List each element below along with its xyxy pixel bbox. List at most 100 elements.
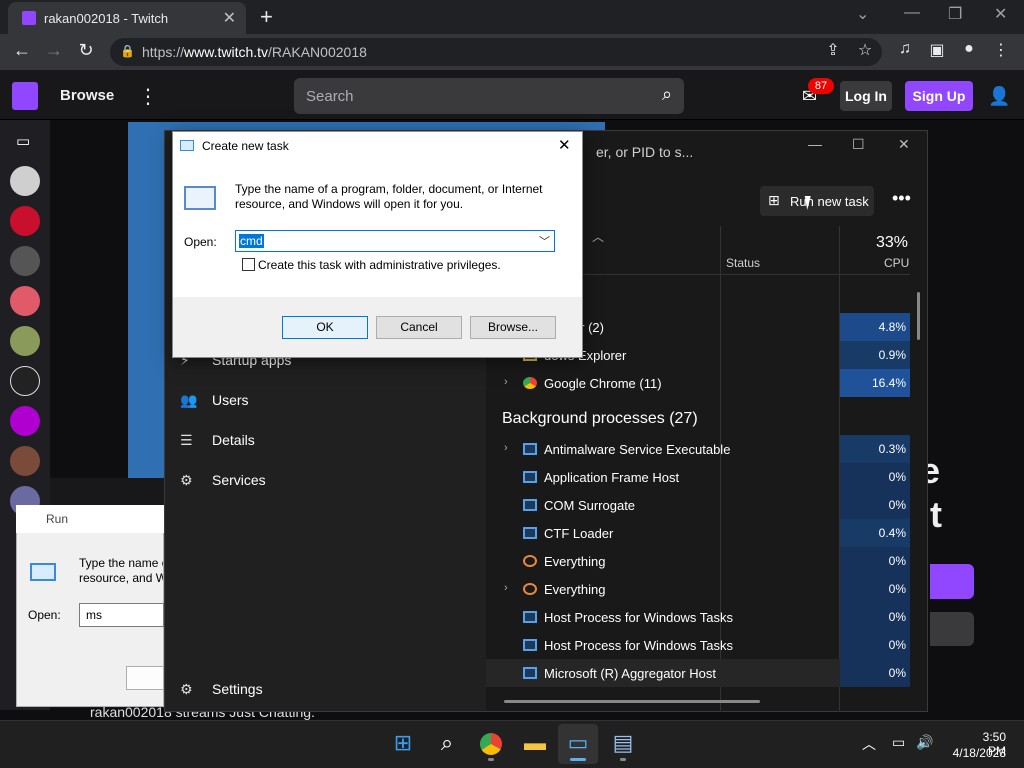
file-explorer-icon[interactable]: ▬ (520, 730, 550, 758)
nav-users[interactable]: 👥 Users (180, 392, 249, 409)
offline-heading-fragment: t (930, 494, 942, 535)
chrome-menu-icon[interactable]: ⋮ (990, 40, 1012, 60)
share-icon[interactable]: ⇪ (822, 40, 844, 60)
reload-icon[interactable]: ↻ (74, 40, 98, 61)
process-row[interactable]: Host Process for Windows Tasks 0% (486, 631, 910, 659)
tm-close-icon[interactable]: ✕ (898, 136, 910, 153)
channel-avatar[interactable] (10, 286, 40, 316)
process-row[interactable]: Application Frame Host 0% (486, 463, 910, 491)
more-options-icon[interactable]: ⋮ (138, 84, 158, 109)
run-new-task-button[interactable]: ⊞ Run new task (760, 186, 874, 216)
channel-avatar[interactable] (10, 366, 40, 396)
task-manager-search-input[interactable]: er, or PID to s... (596, 144, 693, 160)
running-indicator (488, 758, 494, 761)
chevron-down-icon[interactable]: ﹀ (539, 233, 550, 249)
browser-tab[interactable]: rakan002018 - Twitch ✕ (8, 2, 246, 34)
tab-search-icon[interactable]: ⌄ (856, 4, 869, 24)
browse-button[interactable]: Browse... (470, 316, 556, 339)
chrome-taskbar-icon[interactable] (476, 730, 506, 758)
channel-avatar[interactable] (10, 406, 40, 436)
process-row[interactable]: CTF Loader 0.4% (486, 519, 910, 547)
secondary-button[interactable] (930, 612, 974, 646)
process-row[interactable]: › Everything 0% (486, 575, 910, 603)
close-window-icon[interactable]: ✕ (994, 4, 1007, 24)
dialog-close-button[interactable]: ✕ (558, 136, 571, 154)
show-hidden-icons-icon[interactable]: ︿ (862, 734, 876, 754)
cpu-column-header[interactable]: CPU (884, 256, 909, 270)
vertical-scrollbar[interactable] (917, 292, 920, 340)
browse-link[interactable]: Browse (60, 87, 114, 104)
admin-privileges-checkbox[interactable] (242, 258, 255, 271)
open-label: Open: (184, 235, 217, 249)
process-icon (523, 443, 537, 455)
follow-button[interactable] (930, 564, 974, 599)
run-dialog-titlebar[interactable] (16, 505, 164, 533)
cpu-total-percent: 33% (876, 234, 909, 251)
channel-avatar[interactable] (10, 326, 40, 356)
open-input-value[interactable]: cmd (239, 234, 264, 248)
process-row[interactable]: Everything 0% (486, 547, 910, 575)
nav-settings[interactable]: ⚙ Settings (180, 681, 263, 698)
search-icon[interactable]: ⌕ (432, 730, 462, 758)
login-button[interactable]: Log In (840, 81, 892, 111)
signup-button[interactable]: Sign Up (905, 81, 973, 111)
channel-avatar[interactable] (10, 446, 40, 476)
sort-chevron-icon[interactable]: ︿ (592, 228, 604, 245)
back-icon[interactable]: ← (10, 40, 34, 61)
channel-avatar[interactable] (10, 206, 40, 236)
process-icon (523, 611, 537, 623)
settings-icon: ⚙ (180, 681, 193, 697)
clock-date[interactable]: 4/18/2023 (946, 746, 1006, 760)
profile-icon[interactable]: ● (958, 40, 980, 58)
expand-chevron-icon[interactable]: › (504, 582, 508, 594)
more-options-icon[interactable]: ••• (892, 188, 911, 209)
process-row[interactable]: Host Process for Windows Tasks 0% (486, 603, 910, 631)
status-column-header[interactable]: Status (726, 256, 760, 270)
process-row[interactable]: › Antimalware Service Executable 0.3% (486, 435, 910, 463)
run-taskbar-icon[interactable]: ▭ (563, 730, 593, 758)
video-camera-icon[interactable]: ▭ (16, 132, 30, 150)
process-row[interactable]: Microsoft (R) Aggregator Host 0% (486, 659, 910, 687)
twitch-logo-icon[interactable] (12, 82, 38, 110)
forward-icon[interactable]: → (42, 40, 66, 61)
nav-details[interactable]: ☰ Details (180, 432, 255, 449)
network-icon[interactable]: ▭ (892, 734, 905, 751)
run-open-input[interactable]: ms (79, 603, 164, 627)
start-icon[interactable]: ⊞ (388, 730, 418, 758)
tm-minimize-icon[interactable]: — (808, 136, 822, 152)
channel-avatar[interactable] (10, 246, 40, 276)
dialog-body (173, 160, 582, 297)
process-row[interactable]: COM Surrogate 0% (486, 491, 910, 519)
user-icon[interactable]: 👤 (988, 86, 1010, 107)
minimize-icon[interactable]: — (904, 4, 920, 22)
task-manager-icon (180, 140, 194, 151)
task-manager-taskbar-icon[interactable]: ▤ (608, 730, 638, 758)
side-panel-icon[interactable]: ▣ (926, 40, 948, 60)
search-icon[interactable]: ⌕ (650, 78, 684, 114)
nav-services[interactable]: ⚙ Services (180, 472, 266, 489)
everything-search-icon (523, 583, 537, 595)
twitch-search-input[interactable]: Search (294, 78, 650, 114)
media-control-icon[interactable]: ♫ (894, 40, 916, 58)
volume-icon[interactable]: 🔊 (916, 734, 933, 751)
expand-chevron-icon[interactable]: › (504, 442, 508, 454)
bookmark-star-icon[interactable]: ☆ (854, 40, 876, 60)
expand-chevron-icon[interactable]: › (504, 376, 508, 388)
cancel-button[interactable]: Cancel (376, 316, 462, 339)
horizontal-scrollbar[interactable] (504, 700, 760, 703)
tab-close-button[interactable]: ✕ (223, 8, 236, 28)
new-tab-button[interactable]: + (260, 4, 273, 30)
restore-icon[interactable]: ❐ (948, 4, 962, 24)
users-icon: 👥 (180, 392, 198, 408)
details-icon: ☰ (180, 432, 193, 448)
new-task-icon: ⊞ (768, 192, 780, 208)
tm-maximize-icon[interactable]: ☐ (852, 136, 865, 153)
process-row[interactable]: › Google Chrome (11) 16.4% (486, 369, 910, 397)
run-ok-button[interactable] (126, 666, 164, 690)
ok-button[interactable]: OK (282, 316, 368, 339)
open-combobox[interactable]: cmd ﹀ (235, 230, 555, 252)
process-icon (523, 639, 537, 651)
channel-avatar[interactable] (10, 166, 40, 196)
address-bar[interactable]: 🔒 https://www.twitch.tv/RAKAN002018 (110, 38, 882, 66)
admin-privileges-label[interactable]: Create this task with administrative pri… (258, 258, 501, 272)
